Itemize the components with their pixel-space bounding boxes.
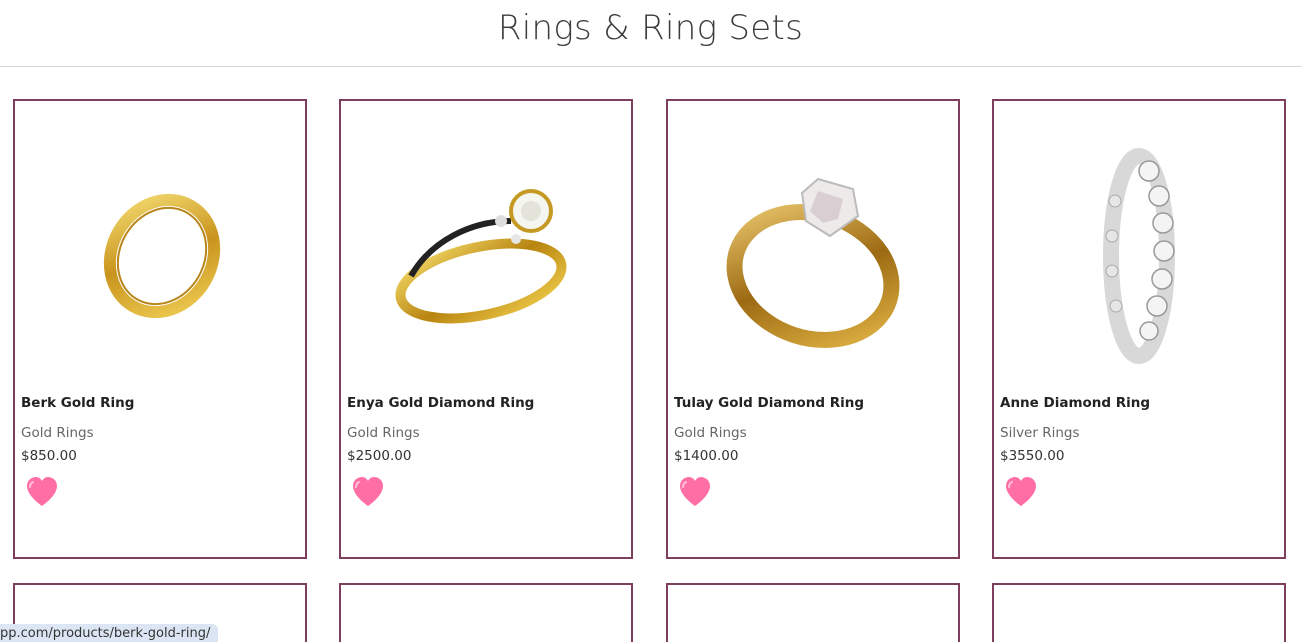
product-price: $2500.00 (347, 448, 412, 464)
page-title: Rings & Ring Sets (497, 8, 804, 48)
product-name[interactable]: Tulay Gold Diamond Ring (674, 395, 864, 411)
product-price: $1400.00 (674, 448, 739, 464)
product-card[interactable]: Enya Gold Diamond Ring Gold Rings $2500.… (339, 99, 633, 559)
product-category: Gold Rings (674, 425, 747, 441)
heart-icon[interactable] (351, 476, 385, 508)
product-price: $850.00 (21, 448, 77, 464)
product-price: $3550.00 (1000, 448, 1065, 464)
product-name[interactable]: Enya Gold Diamond Ring (347, 395, 534, 411)
product-category: Gold Rings (21, 425, 94, 441)
product-category: Silver Rings (1000, 425, 1080, 441)
product-image[interactable] (341, 121, 631, 391)
product-image[interactable] (994, 121, 1284, 391)
product-card[interactable] (666, 583, 960, 642)
product-name[interactable]: Berk Gold Ring (21, 395, 134, 411)
product-card[interactable]: Berk Gold Ring Gold Rings $850.00 (13, 99, 307, 559)
product-category: Gold Rings (347, 425, 420, 441)
heart-icon[interactable] (1004, 476, 1038, 508)
product-name[interactable]: Anne Diamond Ring (1000, 395, 1150, 411)
page-header: Rings & Ring Sets (0, 0, 1301, 67)
status-bar-url: pp.com/products/berk-gold-ring/ (0, 624, 219, 642)
product-card[interactable]: Tulay Gold Diamond Ring Gold Rings $1400… (666, 99, 960, 559)
heart-icon[interactable] (678, 476, 712, 508)
heart-icon[interactable] (25, 476, 59, 508)
product-image[interactable] (15, 121, 305, 391)
product-image[interactable] (668, 121, 958, 391)
product-card[interactable]: Anne Diamond Ring Silver Rings $3550.00 (992, 99, 1286, 559)
product-card[interactable] (992, 583, 1286, 642)
product-card[interactable] (339, 583, 633, 642)
